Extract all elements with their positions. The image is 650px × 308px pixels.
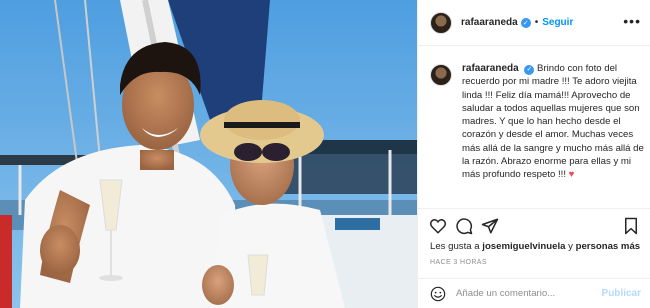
caption-text-block: rafaaraneda ✓ Brindo con foto del recuer…: [462, 62, 644, 182]
red-heart-emoji-icon: ♥: [568, 169, 575, 181]
post-header: rafaaraneda ✓ • Seguir •••: [418, 0, 650, 46]
emoji-icon[interactable]: [430, 286, 446, 302]
avatar[interactable]: [430, 11, 452, 34]
publish-button[interactable]: Publicar: [602, 288, 641, 299]
caption-username[interactable]: rafaaraneda: [462, 63, 519, 74]
verified-icon: ✓: [520, 17, 531, 28]
photo-image: [0, 0, 417, 308]
share-icon[interactable]: [481, 217, 499, 235]
post-photo[interactable]: [0, 0, 417, 308]
heart-icon[interactable]: [429, 217, 447, 235]
action-bar: [418, 208, 650, 242]
caption-avatar[interactable]: [430, 64, 452, 86]
separator-dot: •: [534, 17, 539, 28]
bookmark-icon[interactable]: [622, 217, 640, 235]
likes-prefix: Les gusta a: [430, 241, 480, 252]
caption-body: Brindo con foto del recuerdo por mi madr…: [462, 63, 644, 181]
likes-user-link[interactable]: josemiguelvinuela: [482, 241, 565, 252]
post-sidebar: rafaaraneda ✓ • Seguir ••• rafaaraneda ✓…: [417, 0, 650, 308]
post-caption: rafaaraneda ✓ Brindo con foto del recuer…: [430, 62, 644, 182]
instagram-post: rafaaraneda ✓ • Seguir ••• rafaaraneda ✓…: [0, 0, 650, 308]
comment-icon[interactable]: [455, 217, 473, 235]
comment-bar: Publicar: [418, 278, 650, 308]
likes-others-link[interactable]: personas más: [576, 241, 641, 252]
post-timestamp[interactable]: HACE 3 HORAS: [430, 259, 487, 266]
verified-icon: ✓: [524, 64, 535, 75]
follow-button[interactable]: Seguir: [542, 17, 573, 28]
header-username[interactable]: rafaaraneda: [461, 17, 518, 28]
comment-input[interactable]: [456, 288, 606, 299]
likes-connector: y: [568, 241, 573, 252]
more-options-icon[interactable]: •••: [623, 14, 641, 28]
likes-summary: Les gusta a josemiguelvinuela y personas…: [430, 241, 640, 252]
